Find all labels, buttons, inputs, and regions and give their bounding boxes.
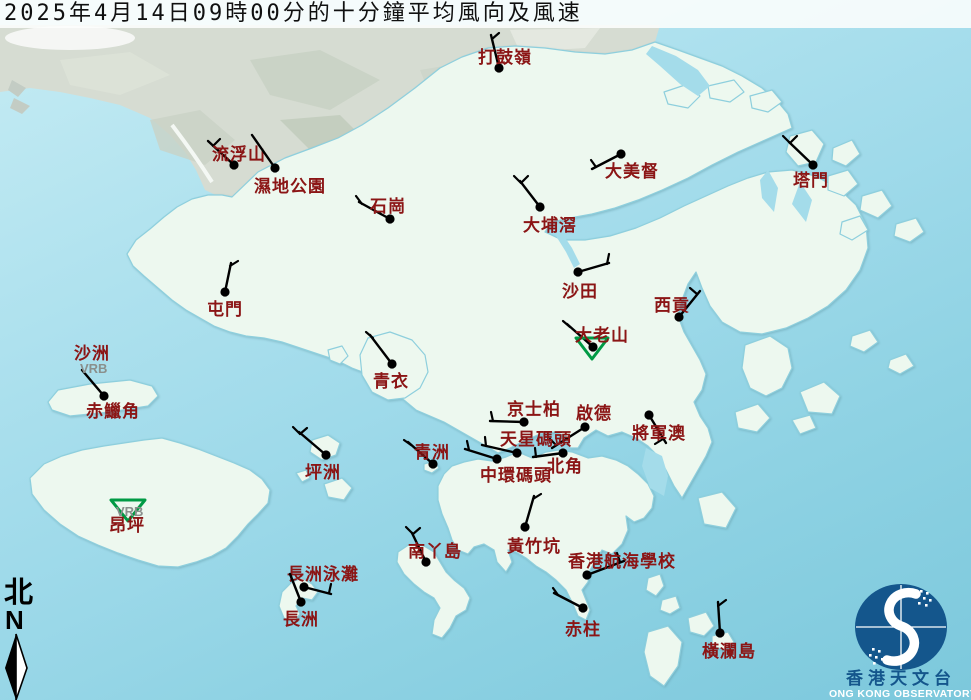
- station-label: 大老山: [575, 325, 629, 345]
- station-label: 長洲: [283, 610, 319, 629]
- hko-logo: 香港天文台 HONG KONG OBSERVATORY: [828, 580, 971, 700]
- hko-name-zh: 香港天文台: [846, 668, 956, 688]
- station-label: 長洲泳灘: [287, 564, 359, 584]
- north-label-zh: 北: [4, 578, 36, 608]
- station-dot: [220, 287, 229, 296]
- station-dot: [520, 522, 529, 531]
- station-label: 北角: [547, 456, 583, 476]
- north-arrow-glyph: [0, 632, 36, 700]
- station-dot: [715, 628, 724, 637]
- hong-kong-map: 流浮山濕地公園石崗 打鼓嶺大美督 塔門大埔滘沙田西貢大老山京士柏啟德將軍澳 天星碼頭中…: [0, 0, 971, 700]
- station-label: 西貢: [654, 296, 690, 315]
- hko-name-en: HONG KONG OBSERVATORY: [828, 688, 971, 700]
- wind-barb-feather: [690, 288, 697, 294]
- station-sha-chau: VRB沙洲: [74, 344, 110, 376]
- station-dot: [808, 160, 817, 169]
- station-label: 中環碼頭: [480, 465, 552, 485]
- station-dot: [616, 149, 625, 158]
- wind-barb-feather: [293, 427, 300, 434]
- station-label: 石崗: [369, 197, 406, 216]
- station-label: 啟德: [576, 403, 612, 423]
- station-label: 青洲: [414, 442, 450, 462]
- wind-barb-feather: [406, 527, 413, 534]
- station-dot: [580, 422, 589, 431]
- station-dot: [582, 570, 591, 579]
- station-dot: [535, 202, 544, 211]
- station-label: 赤鱲角: [86, 401, 140, 421]
- station-label: 流浮山: [212, 144, 266, 164]
- station-label: 赤柱: [565, 619, 601, 639]
- wind-map: 流浮山濕地公園石崗 打鼓嶺大美督 塔門大埔滘沙田西貢大老山京士柏啟德將軍澳 天星碼頭中…: [0, 0, 971, 700]
- north-arrow: 北 N: [0, 578, 36, 700]
- station-label: 天星碼頭: [500, 430, 572, 449]
- wind-barb-feather: [413, 528, 420, 534]
- north-label-en: N: [5, 608, 36, 632]
- station-label: 京士柏: [507, 399, 561, 419]
- wind-barb-feather: [485, 437, 486, 446]
- station-label: 大埔滘: [523, 215, 577, 235]
- station-dot: [573, 267, 582, 276]
- station-label: 青衣: [373, 371, 409, 391]
- wind-barb-feather: [535, 448, 536, 457]
- station-dot: [512, 448, 521, 457]
- station-dot: [578, 603, 587, 612]
- wind-barb-staff: [490, 421, 524, 422]
- station-label: 黃竹坑: [506, 536, 561, 556]
- station-label: 南丫島: [408, 541, 462, 561]
- station-label: 昂坪: [109, 516, 145, 535]
- wind-barb-feather: [300, 428, 307, 434]
- map-title: 2025年4月14日09時00分的十分鐘平均風向及風速: [0, 0, 971, 28]
- station-label: 香港航海學校: [568, 551, 676, 571]
- station-label: 濕地公園: [254, 176, 326, 196]
- station-label: 打鼓嶺: [478, 47, 532, 67]
- station-dot: [321, 450, 330, 459]
- station-dot: [492, 454, 501, 463]
- station-dot: [270, 163, 279, 172]
- station-label: 坪洲: [305, 463, 341, 482]
- station-label: 塔門: [793, 170, 829, 190]
- wind-barb-feather: [329, 584, 331, 593]
- vrb-label: VRB: [80, 361, 107, 376]
- station-label: 屯門: [207, 299, 243, 319]
- station-label: 大美督: [605, 161, 659, 181]
- station-label: 將軍澳: [632, 423, 686, 443]
- station-label: 橫瀾島: [702, 641, 756, 661]
- station-label: 沙田: [562, 282, 598, 301]
- station-label: 沙洲: [74, 344, 110, 363]
- station-dot: [644, 410, 653, 419]
- station-dot: [99, 391, 108, 400]
- station-dot: [387, 359, 396, 368]
- station-ngong-ping: VRB昂坪: [109, 500, 145, 535]
- station-dot: [296, 597, 305, 606]
